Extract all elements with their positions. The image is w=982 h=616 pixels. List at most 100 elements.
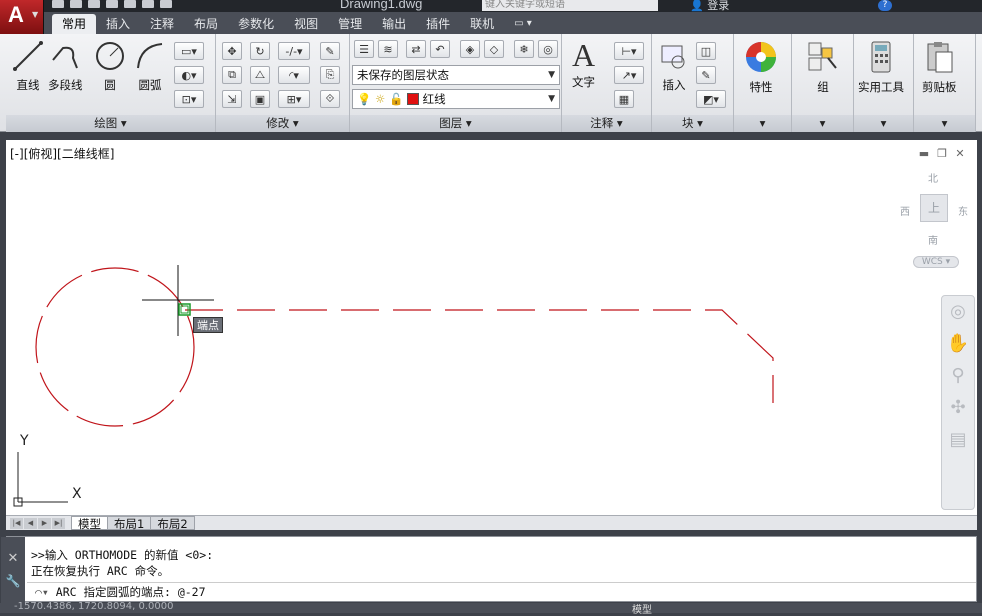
tab-output[interactable]: 输出: [372, 14, 416, 34]
new-icon[interactable]: [52, 0, 64, 8]
first-layout-icon[interactable]: |◀: [10, 517, 23, 529]
search-input[interactable]: 键入关键字或短语: [482, 0, 658, 11]
layer-previous-button[interactable]: ↶: [430, 40, 450, 58]
scale-button[interactable]: ▣: [250, 90, 270, 108]
prev-layout-icon[interactable]: ◀: [24, 517, 37, 529]
properties-panel-expand[interactable]: ▾: [734, 115, 791, 132]
layers-panel-title[interactable]: 图层 ▾: [350, 115, 561, 132]
tab-annotate[interactable]: 注释: [140, 14, 184, 34]
redo-icon[interactable]: [160, 0, 172, 8]
layer-freeze-button[interactable]: ❄: [514, 40, 534, 58]
edit-block-button[interactable]: ✎: [696, 66, 716, 84]
create-block-button[interactable]: ◫: [696, 42, 716, 60]
viewcube-south[interactable]: 南: [928, 232, 938, 247]
open-icon[interactable]: [70, 0, 82, 8]
leader-button[interactable]: ↗▾: [614, 66, 644, 84]
tab-parametric[interactable]: 参数化: [228, 14, 284, 34]
tab-manage[interactable]: 管理: [328, 14, 372, 34]
erase-button[interactable]: ✎: [320, 42, 340, 60]
last-layout-icon[interactable]: ▶|: [52, 517, 65, 529]
text-button[interactable]: A 文字: [572, 38, 595, 90]
saveas-icon[interactable]: [106, 0, 118, 8]
insert-button[interactable]: 插入: [658, 42, 690, 93]
clipboard-button[interactable]: 剪贴板: [922, 40, 957, 95]
utilities-panel-expand[interactable]: ▾: [854, 115, 913, 132]
line-button[interactable]: 直线: [12, 40, 44, 93]
layer-off-button[interactable]: ◎: [538, 40, 558, 58]
rectangle-button[interactable]: ▭▾: [174, 42, 204, 60]
arc-button[interactable]: 圆弧: [134, 40, 166, 93]
group-button[interactable]: 组: [806, 40, 840, 95]
modify-panel-title[interactable]: 修改 ▾: [216, 115, 349, 132]
close-icon[interactable]: ✕: [1, 551, 25, 566]
viewcube-east[interactable]: 东: [958, 203, 968, 218]
tab-plugins[interactable]: 插件: [416, 14, 460, 34]
zoom-icon[interactable]: ⚲: [942, 360, 974, 392]
layout-tab-layout1[interactable]: 布局1: [107, 516, 152, 531]
hatch-button[interactable]: ◐▾: [174, 66, 204, 84]
edit-attributes-button[interactable]: ◩▾: [696, 90, 726, 108]
properties-panel: 特性 ▾: [734, 34, 792, 132]
annotation-panel-title[interactable]: 注释 ▾: [562, 115, 651, 132]
viewcube[interactable]: 北 西 东 南 上 WCS ▾: [900, 170, 970, 270]
layout-tab-layout2[interactable]: 布局2: [150, 516, 195, 531]
array-button[interactable]: ⊞▾: [278, 90, 310, 108]
layout-tab-model[interactable]: 模型: [71, 516, 108, 531]
layer-properties-button[interactable]: ☰: [354, 40, 374, 58]
mirror-button[interactable]: ⧍: [250, 66, 270, 84]
print-icon[interactable]: [124, 0, 136, 8]
table-button[interactable]: ▦: [614, 90, 634, 108]
next-layout-icon[interactable]: ▶: [38, 517, 51, 529]
viewcube-north[interactable]: 北: [928, 170, 938, 185]
offset-button[interactable]: ⟐: [320, 90, 340, 108]
undo-icon[interactable]: [142, 0, 154, 8]
layer-match-button[interactable]: ⇄: [406, 40, 426, 58]
region-button[interactable]: ⊡▾: [174, 90, 204, 108]
tab-layout[interactable]: 布局: [184, 14, 228, 34]
wcs-dropdown[interactable]: WCS ▾: [913, 256, 959, 268]
viewcube-west[interactable]: 西: [900, 203, 910, 218]
copy-button[interactable]: ⧉: [222, 66, 242, 84]
application-menu-button[interactable]: A ▼: [0, 0, 44, 34]
command-line-input[interactable]: ⌒▾ ARC 指定圆弧的端点: @-27: [27, 582, 976, 602]
circle-button[interactable]: 圆: [94, 40, 126, 93]
command-window-sidebar: ✕ 🔧: [1, 537, 25, 603]
save-icon[interactable]: [88, 0, 100, 8]
properties-button[interactable]: 特性: [744, 40, 778, 95]
explode-button[interactable]: ⎘: [320, 66, 340, 84]
help-button[interactable]: ?: [878, 0, 892, 11]
showmotion-icon[interactable]: ▤: [942, 424, 974, 456]
orbit-icon[interactable]: ✣: [942, 392, 974, 424]
tab-insert[interactable]: 插入: [96, 14, 140, 34]
draw-panel: 直线 多段线 圆 圆弧 ▭▾ ◐▾ ⊡▾ 绘图 ▾: [6, 34, 216, 132]
layer-dropdown[interactable]: 💡 ☼ 🔓 红线 ▼: [352, 89, 560, 109]
layer-state-dropdown[interactable]: 未保存的图层状态 ▼: [352, 65, 560, 85]
tab-home[interactable]: 常用: [52, 14, 97, 34]
block-panel: 插入 ◫ ✎ ◩▾ 块 ▾: [652, 34, 734, 132]
wrench-icon[interactable]: 🔧: [1, 574, 25, 588]
command-arc-icon: ⌒▾: [35, 585, 56, 599]
move-button[interactable]: ✥: [222, 42, 242, 60]
dimension-button[interactable]: ⊢▾: [614, 42, 644, 60]
group-panel-expand[interactable]: ▾: [792, 115, 853, 132]
tab-online[interactable]: 联机: [460, 14, 504, 34]
polyline-button[interactable]: 多段线: [48, 40, 83, 93]
pan-hand-icon[interactable]: ✋: [942, 328, 974, 360]
tab-panel-toggle[interactable]: ▭ ▾: [504, 14, 542, 34]
layer-states-button[interactable]: ≋: [378, 40, 398, 58]
trim-button[interactable]: -/-▾: [278, 42, 310, 60]
fillet-button[interactable]: ◜▾: [278, 66, 310, 84]
drawing-canvas[interactable]: [-][俯视][二维线框] ▬ ❐ ✕ Y X 北 西 东 南 上 WCS ▾: [6, 140, 977, 515]
rotate-button[interactable]: ↻: [250, 42, 270, 60]
block-panel-title[interactable]: 块 ▾: [652, 115, 733, 132]
viewcube-top-face[interactable]: 上: [920, 194, 948, 222]
steering-wheel-icon[interactable]: ◎: [942, 296, 974, 328]
draw-panel-title[interactable]: 绘图 ▾: [6, 115, 215, 132]
tab-view[interactable]: 视图: [284, 14, 328, 34]
layer-unisolate-button[interactable]: ◇: [484, 40, 504, 58]
clipboard-panel-expand[interactable]: ▾: [914, 115, 975, 132]
layer-isolate-button[interactable]: ◈: [460, 40, 480, 58]
utilities-button[interactable]: 实用工具: [858, 40, 904, 95]
stretch-button[interactable]: ⇲: [222, 90, 242, 108]
model-space-toggle[interactable]: 模型: [632, 601, 652, 616]
